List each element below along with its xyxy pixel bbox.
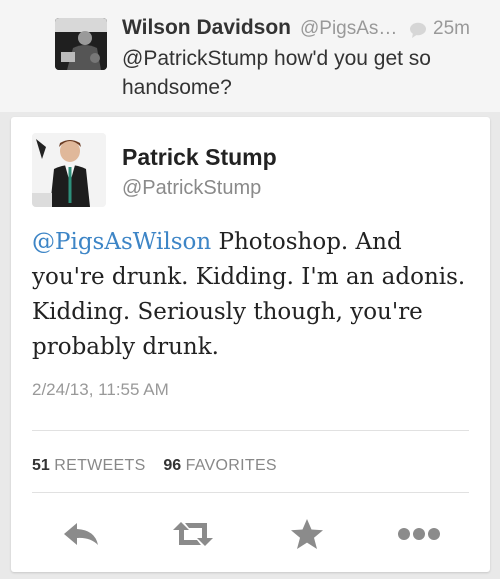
tweet-action-bar xyxy=(11,514,490,554)
favorite-button[interactable] xyxy=(285,514,329,554)
favorite-label: FAVORITES xyxy=(185,457,277,474)
tweet-timestamp: 2/24/13, 11:55 AM xyxy=(32,380,169,399)
retweet-label: RETWEETS xyxy=(54,457,146,474)
more-button[interactable] xyxy=(397,514,441,554)
retweet-count: 51 xyxy=(32,457,50,474)
favorite-count: 96 xyxy=(163,457,182,474)
divider xyxy=(32,430,469,431)
reply-icon xyxy=(64,523,98,545)
favorite-star-icon xyxy=(291,519,323,549)
mention-link[interactable]: @PigsAsWilson xyxy=(32,229,211,255)
main-tweet-card: Patrick Stump @PatrickStump @PigsAsWilso… xyxy=(11,117,490,572)
reply-timestamp: 25m xyxy=(433,18,470,39)
reply-tweet-text: @PatrickStump how'd you get so handsome? xyxy=(122,47,431,99)
tweet-text: @PigsAsWilson Photoshop. And you're drun… xyxy=(32,225,472,365)
retweet-icon xyxy=(173,522,213,546)
tweet-stats: 51 RETWEETS 96 FAVORITES xyxy=(32,457,277,475)
avatar-photo-icon xyxy=(55,18,107,70)
reply-button[interactable] xyxy=(59,514,103,554)
reply-tweet[interactable]: Wilson Davidson @PigsAs… 25m @PatrickStu… xyxy=(0,0,500,112)
divider xyxy=(32,492,469,493)
retweets-stat[interactable]: 51 RETWEETS xyxy=(32,457,146,474)
avatar[interactable] xyxy=(55,18,107,70)
retweet-button[interactable] xyxy=(171,514,215,554)
main-author-handle: @PatrickStump xyxy=(122,177,262,199)
favorites-stat[interactable]: 96 FAVORITES xyxy=(163,457,277,474)
reply-author-handle: @PigsAs… xyxy=(300,18,398,39)
main-author-name[interactable]: Patrick Stump xyxy=(122,144,277,171)
conversation-bubble-icon xyxy=(410,22,426,38)
reply-author-name[interactable]: Wilson Davidson xyxy=(122,16,291,40)
avatar-photo-icon xyxy=(32,133,106,207)
avatar[interactable] xyxy=(32,133,106,207)
more-dots-icon xyxy=(398,528,440,540)
